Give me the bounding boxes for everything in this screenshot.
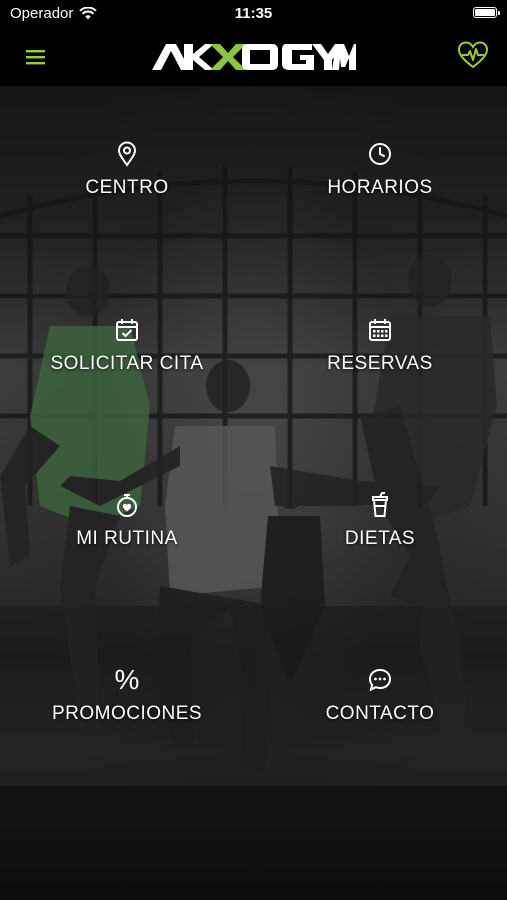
menu-dietas-label: DIETAS — [344, 528, 416, 549]
app-header — [0, 28, 507, 86]
menu-contacto-label: CONTACTO — [325, 703, 435, 724]
calendar-grid-icon — [369, 319, 391, 341]
clock-icon — [369, 143, 391, 165]
hamburger-menu-icon[interactable] — [24, 46, 48, 68]
menu-mi-rutina-button[interactable]: MI RUTINA — [17, 492, 237, 572]
menu-promociones-label: PROMOCIONES — [51, 703, 203, 724]
home-menu: CENTRO HORARIOS SOLICITAR CITA RESERVAS … — [0, 86, 507, 900]
menu-promociones-button[interactable]: % PROMOCIONES — [17, 664, 237, 747]
menu-horarios-button[interactable]: HORARIOS — [270, 141, 490, 221]
menu-mi-rutina-label: MI RUTINA — [76, 528, 178, 549]
battery-icon — [473, 7, 500, 18]
status-time: 11:35 — [234, 5, 273, 22]
menu-centro-label: CENTRO — [85, 177, 169, 198]
menu-solicitar-cita-label: SOLICITAR CITA — [50, 353, 204, 374]
status-bar: Operador 11:35 — [0, 0, 507, 28]
menu-reservas-button[interactable]: RESERVAS — [270, 317, 490, 397]
menu-reservas-label: RESERVAS — [327, 353, 433, 374]
stopwatch-heart-icon — [117, 494, 137, 517]
percent-icon: % — [114, 664, 140, 695]
menu-solicitar-cita-button[interactable]: SOLICITAR CITA — [17, 317, 237, 397]
calendar-check-icon — [116, 319, 138, 341]
chat-bubble-icon — [368, 668, 392, 692]
menu-horarios-label: HORARIOS — [327, 177, 433, 198]
drink-cup-icon — [372, 492, 388, 517]
location-pin-icon — [117, 141, 137, 167]
heart-pulse-icon[interactable] — [457, 40, 489, 70]
akogym-logo — [152, 44, 356, 70]
menu-contacto-button[interactable]: CONTACTO — [270, 667, 490, 747]
menu-centro-button[interactable]: CENTRO — [17, 141, 237, 221]
menu-dietas-button[interactable]: DIETAS — [270, 492, 490, 572]
